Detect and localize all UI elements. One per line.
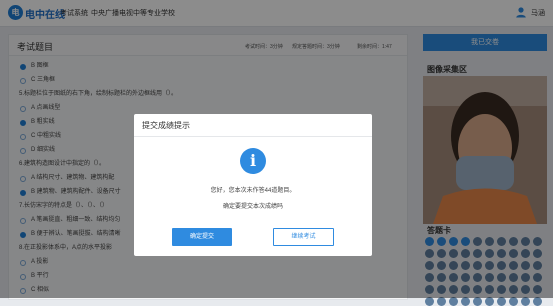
answer-card-cell[interactable]: [437, 297, 446, 306]
dialog-message-unanswered: 您好，您本次未作答44道题目。: [210, 188, 296, 194]
submit-confirm-dialog: 提交成绩提示 i 您好，您本次未作答44道题目。 确定要提交本次成绩吗 确定提交…: [134, 114, 372, 256]
dialog-message-confirm: 确定要提交本次成绩吗: [222, 204, 283, 210]
continue-exam-button[interactable]: 继续考试: [273, 228, 334, 246]
answer-card-cell[interactable]: [485, 297, 494, 306]
answer-card-cell[interactable]: [461, 297, 470, 306]
answer-card-cell[interactable]: [497, 297, 506, 306]
dialog-title: 提交成绩提示: [142, 121, 190, 130]
dialog-header: 提交成绩提示: [134, 114, 372, 137]
answer-card-cell[interactable]: [533, 297, 542, 306]
confirm-submit-button[interactable]: 确定提交: [172, 228, 232, 246]
answer-card-cell[interactable]: [449, 297, 458, 306]
info-icon: i: [240, 148, 266, 174]
answer-card-cell[interactable]: [521, 297, 530, 306]
answer-card-cell[interactable]: [509, 297, 518, 306]
answer-card-cell[interactable]: [473, 297, 482, 306]
answer-card-cell[interactable]: [425, 297, 434, 306]
